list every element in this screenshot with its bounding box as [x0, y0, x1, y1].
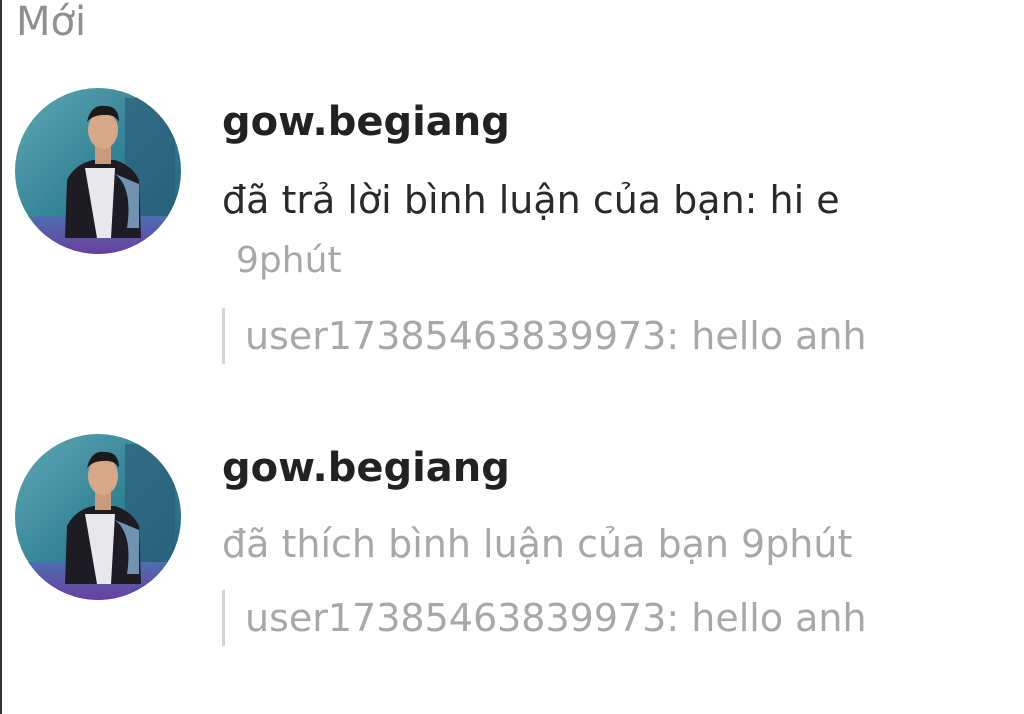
quoted-comment: user17385463839973: hello anh: [222, 590, 867, 646]
user-avatar-photo-icon: [15, 434, 181, 600]
notification-item[interactable]: gow.begiang đã trả lời bình luận của bạn…: [2, 88, 1022, 388]
notification-action-text: đã trả lời bình luận của bạn: hi e: [222, 178, 840, 222]
notifications-panel: Mới gow.begiang đã trả lời bình luận của…: [0, 0, 1024, 714]
quoted-comment: user17385463839973: hello anh: [222, 308, 867, 364]
avatar[interactable]: [15, 88, 181, 254]
section-title-new: Mới: [16, 0, 87, 45]
notification-time: 9phút: [236, 240, 342, 281]
notification-item[interactable]: gow.begiang đã thích bình luận của bạn 9…: [2, 434, 1022, 694]
notification-username[interactable]: gow.begiang: [222, 442, 510, 494]
user-avatar-photo-icon: [15, 88, 181, 254]
notification-action-text: đã thích bình luận của bạn 9phút: [222, 522, 853, 566]
notification-username[interactable]: gow.begiang: [222, 96, 510, 148]
avatar[interactable]: [15, 434, 181, 600]
